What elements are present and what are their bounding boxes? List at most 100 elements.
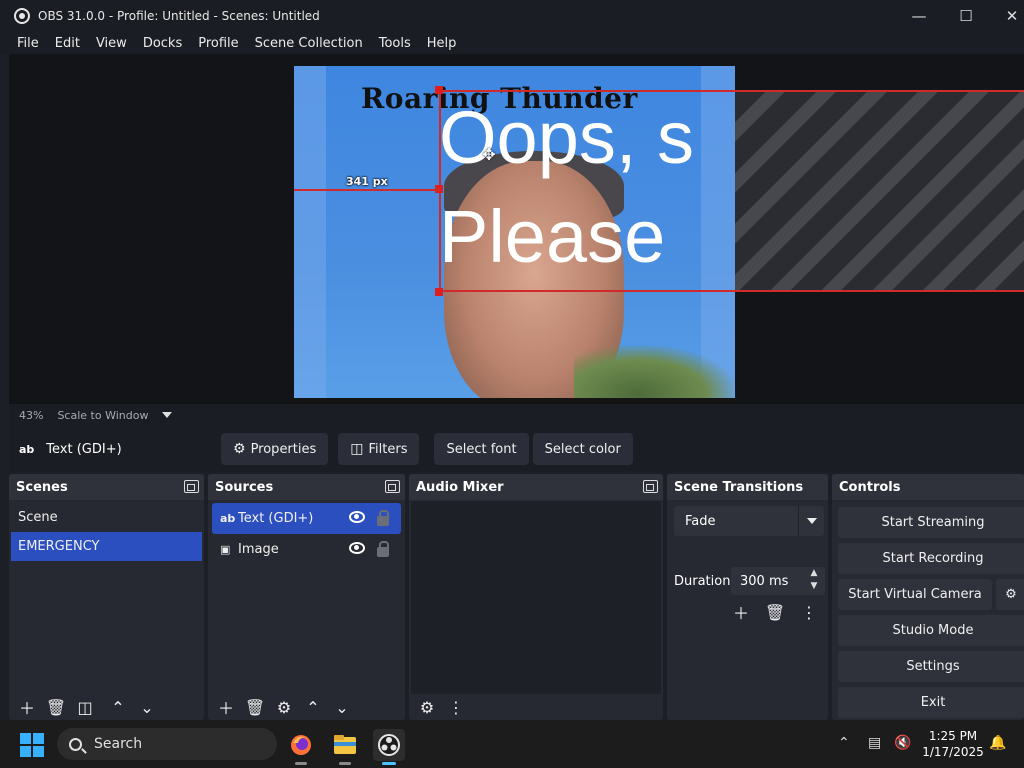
preview-canvas[interactable]: Roaring Thunder Oops, s Please 341 px ✥ bbox=[9, 54, 1024, 404]
menu-view[interactable]: View bbox=[88, 36, 135, 51]
minimize-button[interactable]: — bbox=[896, 0, 942, 32]
move-up-icon[interactable]: ⌃ bbox=[106, 696, 130, 718]
text-source-icon: ab bbox=[220, 512, 236, 525]
gear-icon: ⚙ bbox=[233, 441, 246, 457]
studio-mode-button[interactable]: Studio Mode bbox=[838, 615, 1024, 646]
source-item[interactable]: ▣ Image bbox=[212, 534, 401, 565]
selected-source-name: Text (GDI+) bbox=[46, 441, 122, 457]
file-explorer-taskbar-icon[interactable] bbox=[329, 729, 361, 765]
menu-tools[interactable]: Tools bbox=[371, 36, 419, 51]
sources-dock: Sources ab Text (GDI+) ▣ Image ＋ 🗑 ⚙ ⌃ ⌄ bbox=[208, 474, 405, 720]
scenes-title: Scenes bbox=[16, 479, 68, 495]
sources-list: ab Text (GDI+) ▣ Image bbox=[210, 501, 403, 694]
exit-button[interactable]: Exit bbox=[838, 687, 1024, 718]
firefox-taskbar-icon[interactable] bbox=[285, 729, 317, 765]
search-icon bbox=[69, 737, 82, 751]
scenes-list: Scene EMERGENCY bbox=[11, 501, 202, 694]
selection-bounding-box[interactable] bbox=[439, 90, 1024, 292]
trash-icon[interactable]: 🗑 bbox=[763, 601, 787, 623]
menu-bar: File Edit View Docks Profile Scene Colle… bbox=[0, 32, 1024, 54]
advanced-audio-gear-icon[interactable]: ⚙ bbox=[415, 696, 439, 718]
menu-file[interactable]: File bbox=[9, 36, 47, 51]
trash-icon[interactable]: 🗑 bbox=[44, 696, 68, 718]
menu-docks[interactable]: Docks bbox=[135, 36, 190, 51]
menu-help[interactable]: Help bbox=[419, 36, 465, 51]
undock-icon[interactable] bbox=[643, 480, 658, 493]
filter-icon[interactable]: ◫ bbox=[73, 696, 97, 718]
preview-zoom-bar: 43% Scale to Window bbox=[9, 404, 1024, 426]
transition-select[interactable]: Fade bbox=[674, 506, 824, 536]
scene-transitions-title: Scene Transitions bbox=[674, 479, 804, 495]
settings-button[interactable]: Settings bbox=[838, 651, 1024, 682]
properties-button[interactable]: ⚙ Properties bbox=[221, 433, 329, 465]
close-button[interactable]: ✕ bbox=[989, 0, 1024, 32]
selected-source: ab Text (GDI+) bbox=[19, 442, 221, 457]
resize-handle-top-left[interactable] bbox=[435, 86, 443, 94]
title-bar: OBS 31.0.0 - Profile: Untitled - Scenes:… bbox=[0, 0, 1024, 32]
source-label: Text (GDI+) bbox=[238, 511, 314, 526]
start-recording-button[interactable]: Start Recording bbox=[838, 543, 1024, 574]
add-icon[interactable]: ＋ bbox=[15, 696, 39, 718]
obs-logo-icon bbox=[14, 8, 30, 24]
audio-mixer-body bbox=[411, 501, 661, 694]
duration-label: Duration bbox=[674, 574, 731, 589]
spin-arrows-icon[interactable]: ▲ ▼ bbox=[803, 567, 825, 595]
network-icon[interactable]: ▤ bbox=[868, 735, 881, 751]
add-icon[interactable]: ＋ bbox=[729, 601, 753, 623]
source-item[interactable]: ab Text (GDI+) bbox=[212, 503, 401, 534]
taskbar-clock[interactable]: 1:25 PM 1/17/2025 bbox=[920, 728, 986, 760]
window-title: OBS 31.0.0 - Profile: Untitled - Scenes:… bbox=[38, 9, 320, 23]
start-virtual-camera-button[interactable]: Start Virtual Camera bbox=[838, 579, 992, 610]
duration-spinbox[interactable]: 300 ms ▲ ▼ bbox=[731, 567, 825, 595]
trash-icon[interactable]: 🗑 bbox=[243, 696, 267, 718]
volume-muted-icon[interactable]: 🔇 bbox=[894, 735, 911, 751]
start-streaming-button[interactable]: Start Streaming bbox=[838, 507, 1024, 538]
notification-bell-icon[interactable]: 🔔 bbox=[989, 735, 1006, 751]
visibility-eye-icon[interactable] bbox=[349, 511, 365, 523]
gear-icon[interactable]: ⚙ bbox=[272, 696, 296, 718]
menu-edit[interactable]: Edit bbox=[47, 36, 88, 51]
scale-mode[interactable]: Scale to Window bbox=[57, 409, 148, 422]
scene-item[interactable]: EMERGENCY bbox=[11, 532, 202, 561]
maximize-button[interactable]: ☐ bbox=[943, 0, 989, 32]
visibility-eye-icon[interactable] bbox=[349, 542, 365, 554]
lock-icon[interactable] bbox=[377, 510, 389, 526]
zoom-level: 43% bbox=[19, 408, 44, 422]
virtual-camera-settings-button[interactable]: ⚙ bbox=[996, 579, 1024, 610]
undock-icon[interactable] bbox=[385, 480, 400, 493]
menu-profile[interactable]: Profile bbox=[190, 36, 246, 51]
move-cursor-icon: ✥ bbox=[482, 145, 496, 164]
clock-date: 1/17/2025 bbox=[922, 745, 984, 759]
more-options-icon[interactable]: ⋮ bbox=[444, 696, 468, 718]
select-font-button[interactable]: Select font bbox=[434, 433, 529, 465]
scale-dropdown-icon[interactable] bbox=[162, 412, 173, 418]
chevron-down-icon[interactable] bbox=[798, 506, 824, 536]
taskbar-search[interactable]: Search bbox=[57, 728, 277, 760]
undock-icon[interactable] bbox=[184, 480, 199, 493]
audio-mixer-title: Audio Mixer bbox=[416, 479, 504, 495]
gear-icon: ⚙ bbox=[1005, 587, 1017, 602]
select-color-button[interactable]: Select color bbox=[532, 433, 633, 465]
menu-scene-collection[interactable]: Scene Collection bbox=[247, 36, 371, 51]
scene-item[interactable]: Scene bbox=[11, 503, 202, 532]
start-menu-icon[interactable] bbox=[20, 733, 44, 757]
move-down-icon[interactable]: ⌄ bbox=[330, 696, 354, 718]
source-label: Image bbox=[238, 542, 279, 557]
image-icon: ▣ bbox=[220, 543, 231, 556]
obs-taskbar-icon[interactable] bbox=[373, 729, 405, 765]
distance-guide-line bbox=[294, 189, 441, 191]
resize-handle-bottom-left[interactable] bbox=[435, 288, 443, 296]
more-options-icon[interactable]: ⋮ bbox=[797, 601, 821, 623]
clock-time: 1:25 PM bbox=[928, 729, 978, 743]
distance-label: 341 px bbox=[346, 175, 388, 188]
filters-button[interactable]: ◫ Filters bbox=[338, 433, 420, 465]
source-context-bar: ab Text (GDI+) ⚙ Properties ◫ Filters Se… bbox=[9, 426, 1024, 472]
lock-icon[interactable] bbox=[377, 541, 389, 557]
move-down-icon[interactable]: ⌄ bbox=[135, 696, 159, 718]
add-icon[interactable]: ＋ bbox=[214, 696, 238, 718]
text-source-icon: ab bbox=[19, 442, 35, 456]
show-hidden-icons-chevron-icon[interactable]: ⌃ bbox=[838, 735, 850, 751]
move-up-icon[interactable]: ⌃ bbox=[301, 696, 325, 718]
audio-mixer-dock: Audio Mixer ⚙ ⋮ bbox=[409, 474, 663, 720]
windows-taskbar: Search ⌃ ▤ 🔇 1:25 PM 1/17/2025 🔔 bbox=[0, 720, 1024, 768]
